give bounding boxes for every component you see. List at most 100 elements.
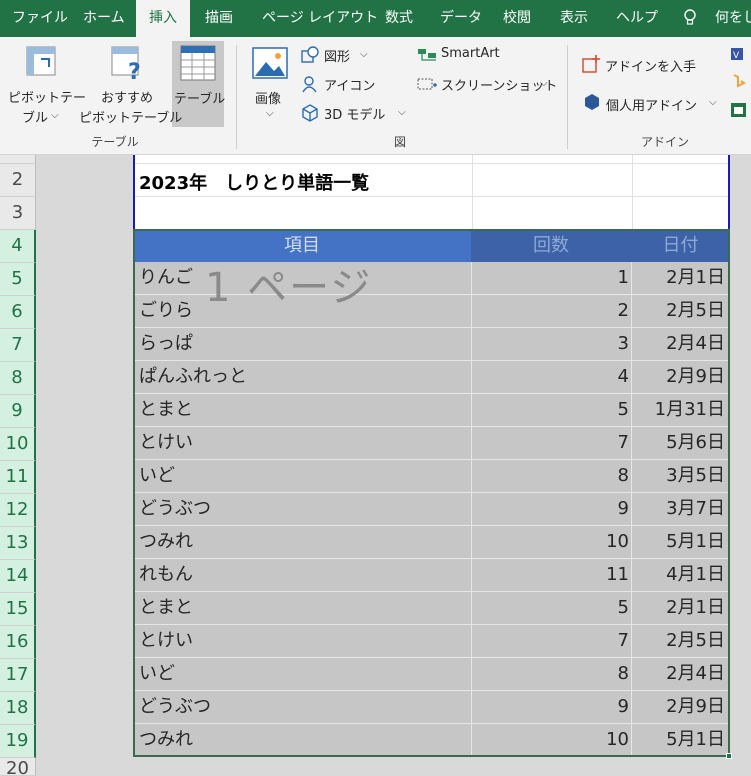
my-addins-label[interactable]: 個人用アドイン: [606, 95, 697, 114]
smartart-label[interactable]: SmartArt: [441, 46, 500, 61]
tab-data[interactable]: データ: [440, 0, 482, 37]
tab-view[interactable]: 表示: [560, 0, 588, 37]
cell-count[interactable]: 8: [473, 460, 629, 492]
tab-insert[interactable]: 挿入: [136, 0, 190, 37]
row-header[interactable]: 10: [0, 428, 36, 461]
cell-item[interactable]: つみれ: [139, 526, 193, 558]
row-header[interactable]: 17: [0, 659, 36, 692]
cell-date[interactable]: 2月4日: [633, 328, 725, 360]
row-header[interactable]: 12: [0, 494, 36, 527]
cell-count[interactable]: 4: [473, 361, 629, 393]
cell-count[interactable]: 11: [473, 559, 629, 591]
cell-item[interactable]: いど: [139, 460, 175, 492]
row-header[interactable]: 16: [0, 626, 36, 659]
visio-icon[interactable]: V: [730, 45, 748, 63]
cell-date[interactable]: 3月7日: [633, 493, 725, 525]
cell-date[interactable]: 5月6日: [633, 427, 725, 459]
row-header[interactable]: 6: [0, 296, 36, 329]
cell-item[interactable]: とまと: [139, 394, 193, 426]
cell-item[interactable]: らっぱ: [139, 328, 193, 360]
cell-date[interactable]: 4月1日: [633, 559, 725, 591]
cell-date[interactable]: 1月31日: [633, 394, 725, 426]
cell-date[interactable]: 2月9日: [633, 361, 725, 393]
tab-file[interactable]: ファイル: [12, 0, 68, 37]
cell-item[interactable]: いど: [139, 658, 175, 690]
cell-count[interactable]: 5: [473, 592, 629, 624]
cell-count[interactable]: 10: [473, 724, 629, 756]
cell-date[interactable]: 5月1日: [633, 724, 725, 756]
cell-item[interactable]: りんご: [139, 262, 193, 294]
icons-label[interactable]: アイコン: [324, 75, 375, 94]
row-header[interactable]: 4: [0, 230, 36, 263]
tab-formulas[interactable]: 数式: [385, 0, 413, 37]
picture-label[interactable]: 画像: [255, 88, 281, 107]
tab-page-layout[interactable]: ページ レイアウト: [262, 0, 378, 37]
cell-item[interactable]: どうぶつ: [139, 691, 211, 723]
3d-models-label[interactable]: 3D モデル: [324, 104, 385, 123]
row-header[interactable]: 2: [0, 164, 36, 197]
header-count[interactable]: 回数: [471, 229, 631, 262]
recommended-pivot-label[interactable]: おすすめ: [101, 87, 153, 106]
row-header[interactable]: 19: [0, 725, 36, 758]
table-resize-handle[interactable]: [726, 753, 732, 759]
cell-date[interactable]: 2月1日: [633, 592, 725, 624]
pivot-table-label-2[interactable]: ブル: [22, 107, 48, 126]
row-header[interactable]: 20: [0, 758, 36, 776]
tell-me-search[interactable]: 何をし: [715, 0, 751, 37]
cell-count[interactable]: 7: [473, 625, 629, 657]
pivot-table-label[interactable]: ピボットテー: [8, 87, 86, 106]
row-header[interactable]: 5: [0, 263, 36, 296]
people-graph-icon[interactable]: [730, 101, 748, 119]
cell-date[interactable]: 2月9日: [633, 691, 725, 723]
cell-item[interactable]: ごりら: [139, 295, 193, 327]
row-header[interactable]: 3: [0, 197, 36, 230]
tab-help[interactable]: ヘルプ: [616, 0, 658, 37]
cell-date[interactable]: 5月1日: [633, 526, 725, 558]
bing-maps-icon[interactable]: [730, 73, 748, 91]
cell-count[interactable]: 9: [473, 493, 629, 525]
cell-count[interactable]: 1: [473, 262, 629, 294]
cell-count[interactable]: 9: [473, 691, 629, 723]
header-date[interactable]: 日付: [631, 229, 730, 262]
cell-item[interactable]: とまと: [139, 592, 193, 624]
chevron-down-icon[interactable]: ⌵: [398, 107, 406, 118]
row-header[interactable]: 8: [0, 362, 36, 395]
row-header[interactable]: 15: [0, 593, 36, 626]
cell-count[interactable]: 8: [473, 658, 629, 690]
cell-date[interactable]: 2月4日: [633, 658, 725, 690]
cell-count[interactable]: 7: [473, 427, 629, 459]
cell-date[interactable]: 2月5日: [633, 295, 725, 327]
cell-date[interactable]: 3月5日: [633, 460, 725, 492]
row-header[interactable]: 7: [0, 329, 36, 362]
chevron-down-icon[interactable]: ⌵: [51, 110, 59, 121]
row-header-partial[interactable]: [0, 155, 36, 164]
chevron-down-icon[interactable]: ⌵: [709, 97, 717, 108]
sheet-title[interactable]: 2023年 しりとり単語一覧: [139, 169, 369, 195]
get-addins-label[interactable]: アドインを入手: [605, 56, 696, 75]
chevron-down-icon[interactable]: ⌵: [266, 108, 274, 119]
row-header[interactable]: 11: [0, 461, 36, 494]
cell-item[interactable]: どうぶつ: [139, 493, 211, 525]
cell-item[interactable]: とけい: [139, 427, 193, 459]
cell-date[interactable]: 2月1日: [633, 262, 725, 294]
row-header[interactable]: 18: [0, 692, 36, 725]
cell-count[interactable]: 3: [473, 328, 629, 360]
row-header[interactable]: 9: [0, 395, 36, 428]
cell-date[interactable]: 2月5日: [633, 625, 725, 657]
chevron-down-icon[interactable]: ⌵: [360, 49, 368, 60]
row-header[interactable]: 13: [0, 527, 36, 560]
recommended-pivot-label-2[interactable]: ピボットテーブル: [79, 107, 182, 126]
cell-count[interactable]: 2: [473, 295, 629, 327]
cell-count[interactable]: 10: [473, 526, 629, 558]
row-header[interactable]: 14: [0, 560, 36, 593]
cell-count[interactable]: 5: [473, 394, 629, 426]
cell-item[interactable]: つみれ: [139, 724, 193, 756]
tab-draw[interactable]: 描画: [205, 0, 233, 37]
table-button-label[interactable]: テーブル: [174, 88, 225, 107]
tab-review[interactable]: 校閲: [503, 0, 531, 37]
cell-item[interactable]: ぱんふれっと: [139, 361, 247, 393]
shapes-label[interactable]: 図形: [324, 46, 350, 65]
cell-item[interactable]: れもん: [139, 559, 193, 591]
tab-home[interactable]: ホーム: [83, 0, 125, 37]
cell-item[interactable]: とけい: [139, 625, 193, 657]
